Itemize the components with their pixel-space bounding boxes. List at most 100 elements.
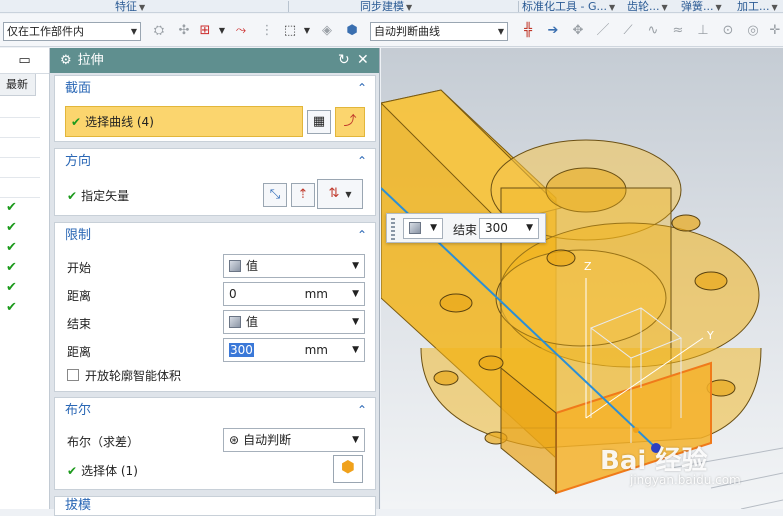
section-title: 截面 [65,81,92,96]
section-draft: 拔模 [54,496,376,516]
check-icon: ✔ [6,280,17,295]
chevron-down-icon[interactable]: ▼ [406,3,412,12]
check-icon: ✔ [6,220,17,235]
check-icon: ✔ [71,115,82,129]
reset-icon[interactable]: ↻ [338,48,350,73]
baidu-watermark: Bai 经验 [600,446,708,476]
rectangle-select-icon[interactable]: ⬚ [281,22,299,40]
boolean-select[interactable]: ⊛ 自动判断 ▼ [223,428,365,452]
section-header[interactable]: 拔模 [55,497,375,515]
curve-rule-combo[interactable]: 自动判断曲线 ▼ [370,22,508,41]
curve-rule-icon[interactable]: ⤳ [232,22,250,40]
chevron-down-icon: ▼ [526,223,533,233]
open-profile-checkbox[interactable] [67,369,79,381]
section-header[interactable]: 截面 ⌃ [55,76,375,101]
ribbon-group-machining[interactable]: 加工... ▼ [737,0,778,14]
select-feature-icon[interactable]: ✣ [175,22,193,40]
chevron-down-icon[interactable]: ▼ [213,22,231,40]
ribbon-group-label: 标准化工具 - G... [522,0,607,13]
floater-end-label: 结束 [453,223,478,237]
intersect-icon[interactable]: ⊥ [694,22,712,40]
chevron-down-icon[interactable]: ▼ [298,22,316,40]
section-header[interactable]: 布尔 ⌃ [55,398,375,423]
end-distance-input[interactable]: 300 mm ▼ [223,338,365,362]
chevron-down-icon: ▼ [352,317,359,327]
divider [518,1,519,12]
move-icon[interactable]: ✥ [569,22,587,40]
end-type-value: 值 [246,315,259,329]
chevron-down-icon: ▼ [352,261,359,271]
window-icon[interactable]: ▭ [0,48,49,74]
end-value-floater: ▼ 结束 300 ▼ [386,213,546,243]
section-header[interactable]: 方向 ⌃ [55,149,375,174]
curve-select-button[interactable]: ⤴ [335,107,365,137]
collapse-icon[interactable]: ⌃ [357,76,367,101]
circle-point-icon[interactable]: ⊙ [719,22,737,40]
chevron-down-icon: ▼ [497,27,504,36]
ribbon-group-gears[interactable]: 齿轮... ▼ [627,0,668,14]
open-profile-label: 开放轮廓智能体积 [85,369,182,383]
selection-filter-value: 仅在工作部件内 [7,25,84,38]
curve-icon[interactable]: ∿ [644,22,662,40]
sketch-section-button[interactable]: ▦ [307,110,331,134]
ribbon-group-standard-tools[interactable]: 标准化工具 - G... ▼ [522,0,615,14]
select-curve-row[interactable]: ✔ 选择曲线 (4) [65,106,303,137]
section-profile: 截面 ⌃ ✔ 选择曲线 (4) ▦ ⤴ [54,75,376,142]
selection-filter-combo[interactable]: 仅在工作部件内 ▼ [3,22,141,41]
select-body-icon[interactable]: ◈ [318,22,336,40]
chevron-down-icon[interactable]: ▼ [139,3,145,12]
end-type-select[interactable]: 值 ▼ [223,310,365,334]
close-icon[interactable]: ✕ [357,48,369,73]
select-body-text: 选择体 (1) [81,464,138,478]
vector-type-dropdown[interactable]: ⇅ ▼ [317,179,363,209]
chevron-down-icon[interactable]: ▼ [352,283,359,305]
chevron-down-icon[interactable]: ▼ [772,3,778,12]
collapse-icon[interactable]: ⌃ [357,223,367,248]
reverse-direction-button[interactable]: ⤡ [263,183,287,207]
start-label: 开始 [67,261,92,275]
ribbon-group-features[interactable]: 特征 ▼ [115,0,145,14]
chevron-down-icon[interactable]: ▼ [716,3,722,12]
select-body-button[interactable]: ⬢ [333,455,363,483]
vector-dialog-button[interactable]: ⇡ [291,183,315,207]
line-icon[interactable]: ／ [594,22,612,40]
drag-grip-icon[interactable] [391,218,395,240]
check-icon: ✔ [67,189,78,203]
chevron-down-icon[interactable]: ▼ [352,339,359,361]
divider [0,197,40,198]
check-icon: ✔ [67,464,78,478]
collapse-icon[interactable]: ⌃ [357,398,367,423]
check-icon: ✔ [6,260,17,275]
snap-settings-icon[interactable]: ⛭ [150,22,168,40]
spline-icon[interactable]: ≈ [669,22,687,40]
ribbon-group-springs[interactable]: 弹簧... ▼ [681,0,722,14]
center-point-icon[interactable]: ◎ [744,22,762,40]
ribbon-group-label: 弹簧... [681,0,714,13]
ribbon-group-label: 同步建模 [360,0,404,13]
cube-icon[interactable]: ⬢ [343,22,361,40]
collapse-icon[interactable]: ⌃ [357,149,367,174]
tangent-line-icon[interactable]: ⟋ [619,22,637,40]
end-distance-label: 距离 [67,345,92,359]
resource-bar: ▭ 最新 ✔ ✔ ✔ ✔ ✔ ✔ [0,48,50,509]
ribbon-group-sync-modeling[interactable]: 同步建模 ▼ [360,0,412,14]
chevron-down-icon: ▼ [130,27,137,36]
section-header[interactable]: 限制 ⌃ [55,223,375,248]
curve-rule-value: 自动判断曲线 [374,25,440,38]
gear-icon[interactable]: ⚙ [60,53,72,68]
graphics-viewport[interactable]: Z Y [381,48,783,509]
chevron-down-icon[interactable]: ▼ [662,3,668,12]
select-curve-text: 选择曲线 (4) [85,115,154,129]
crosshair-icon[interactable]: ✛ [766,22,783,40]
column-header-latest[interactable]: 最新 [0,74,36,96]
start-distance-input[interactable]: 0 mm ▼ [223,282,365,306]
floater-type-select[interactable]: ▼ [403,218,443,239]
selection-intent-icon[interactable]: ⊞ [196,22,214,40]
arrow-right-icon[interactable]: ➔ [544,22,562,40]
stop-at-intersection-icon[interactable]: ╬ [519,22,537,40]
separator-icon: ⋮ [260,23,274,38]
floater-end-input[interactable]: 300 ▼ [479,218,539,239]
start-type-select[interactable]: 值 ▼ [223,254,365,278]
chevron-down-icon[interactable]: ▼ [609,3,615,12]
chevron-down-icon: ▼ [352,435,359,445]
